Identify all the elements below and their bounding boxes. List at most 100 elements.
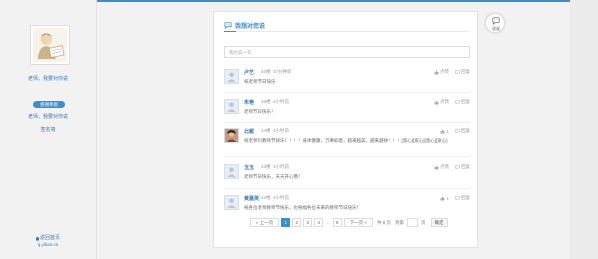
comment-avatar[interactable] xyxy=(224,69,239,84)
user-avatar-icon xyxy=(225,165,238,178)
reply-button[interactable]: 回复 xyxy=(455,99,470,105)
sidebar-link-say-to-teacher-2[interactable]: 老师，我要对你说 xyxy=(0,114,96,120)
thumbs-up-icon xyxy=(434,165,439,169)
reply-label: 回复 xyxy=(461,128,470,133)
reply-button[interactable]: 回复 xyxy=(455,69,470,75)
comment-actions: 点赞 回复 xyxy=(428,99,470,105)
reply-icon xyxy=(455,99,460,105)
page-button-last[interactable]: 8 xyxy=(332,218,342,227)
reply-icon xyxy=(455,164,460,170)
like-button[interactable]: 1 xyxy=(440,196,449,201)
like-label: 点赞 xyxy=(440,164,449,169)
reply-label: 回复 xyxy=(461,69,470,74)
pagination: « 上一页 1 2 3 4 … 8 下一页 » 共 8 页 到第 页 确定 xyxy=(250,218,448,227)
site-url: q.yiban.cn xyxy=(37,242,59,247)
say-float-button[interactable]: 说说 xyxy=(485,13,505,33)
chat-bubble-icon xyxy=(224,21,232,29)
comment-time: 3小时前 xyxy=(273,99,290,104)
reply-label: 回复 xyxy=(461,99,470,104)
comment-text: 祝老师们教师节快乐！！！！身体健康，万事如意，越来越美，越来越帅！！！[宽心][… xyxy=(244,138,448,143)
reply-label: 回复 xyxy=(461,195,470,200)
page-button-1[interactable]: 1 xyxy=(281,218,291,227)
like-label: 点赞 xyxy=(440,99,449,104)
reply-button[interactable]: 回复 xyxy=(455,128,470,134)
sidebar-divider xyxy=(96,0,97,259)
panel-title: 我想对您说 xyxy=(235,23,266,30)
page-button-4[interactable]: 4 xyxy=(314,218,324,227)
reply-icon xyxy=(455,195,460,201)
comment-input[interactable] xyxy=(224,46,470,58)
comment-time: 3小时前 xyxy=(273,164,290,169)
comment-time: 3小时前 xyxy=(273,128,290,133)
comment-item: 玉玉 43楼 3小时前 老师节日快乐，天天开心哦！ 点赞 回复 xyxy=(224,164,470,184)
like-count: 1 xyxy=(446,195,449,201)
sidebar-link-say-to-teacher[interactable]: 老师，我要对你说 xyxy=(0,76,96,82)
sidebar: 老师，我要对你说 感谢师恩 老师，我要对你说 签名墙 返回首页 q.yiban.… xyxy=(0,0,96,259)
comment-divider xyxy=(224,122,470,123)
comment-username[interactable]: 黄嘉英 xyxy=(244,195,259,202)
reply-icon xyxy=(455,128,460,134)
comment-username[interactable]: 玉玉 xyxy=(244,164,254,171)
goto-confirm-button[interactable]: 确定 xyxy=(430,218,448,227)
like-label: 点赞 xyxy=(440,69,449,74)
user-avatar-icon xyxy=(225,100,238,113)
like-button[interactable]: 点赞 xyxy=(434,69,449,75)
comment-username[interactable]: 北鲲 xyxy=(244,128,254,135)
reply-button[interactable]: 回复 xyxy=(455,195,470,201)
comment-actions: 1 回复 xyxy=(434,128,470,134)
thumbs-up-icon xyxy=(434,100,439,104)
thumbs-up-icon xyxy=(440,196,446,200)
comment-text: 祝各位老师教师节快乐，也祝福各位未来的教师节日快乐！ xyxy=(244,205,361,210)
goto-page-input[interactable] xyxy=(407,218,419,227)
page-button-2[interactable]: 2 xyxy=(292,218,302,227)
like-button[interactable]: 点赞 xyxy=(434,99,449,105)
thumbs-up-icon xyxy=(434,70,439,74)
comment-item: 卢艺 46楼 37分钟前 祝老师节日快乐 点赞 回复 xyxy=(224,69,470,89)
comment-floor: 44楼 xyxy=(261,128,271,133)
reply-icon xyxy=(455,69,460,75)
comment-actions: 1 回复 xyxy=(434,195,470,201)
page-unit-label: 页 xyxy=(421,219,426,225)
say-float-label: 说说 xyxy=(492,26,500,31)
comment-avatar[interactable] xyxy=(224,128,239,143)
comment-text: 老师节日快乐！ xyxy=(244,109,276,114)
page-button-3[interactable]: 3 xyxy=(303,218,313,227)
comment-divider xyxy=(224,92,470,93)
comment-item: 北鲲 44楼 3小时前祝老师们教师节快乐！！！！身体健康，万事如意，越来越美，越来越… xyxy=(224,128,470,156)
reply-button[interactable]: 回复 xyxy=(455,164,470,170)
comment-floor: 45楼 xyxy=(261,99,271,104)
comment-floor: 46楼 xyxy=(261,69,271,74)
user-photo-icon xyxy=(225,129,238,142)
comment-divider xyxy=(224,188,470,189)
comment-item: 朱艳 45楼 3小时前老师节日快乐！ 点赞 回复 xyxy=(224,99,470,119)
panel-header: 我想对您说 xyxy=(224,20,265,30)
comment-avatar[interactable] xyxy=(224,195,239,210)
comment-text: 祝老师节日快乐 xyxy=(244,79,276,84)
like-button[interactable]: 1 xyxy=(440,129,449,134)
like-button[interactable]: 点赞 xyxy=(434,164,449,170)
comment-username[interactable]: 朱艳 xyxy=(244,99,254,106)
reply-label: 回复 xyxy=(461,164,470,169)
goto-label: 到第 xyxy=(395,219,405,225)
title-underline xyxy=(224,31,236,32)
sidebar-badge-thanks[interactable]: 感谢师恩 xyxy=(33,101,65,108)
profile-avatar[interactable] xyxy=(30,25,70,65)
comment-item: 黄嘉英 42楼 4小时前 祝各位老师教师节快乐，也祝福各位未来的教师节日快乐！ 1 回复 xyxy=(224,195,470,215)
comment-divider xyxy=(224,156,470,157)
sidebar-link-signature-wall[interactable]: 签名墙 xyxy=(0,127,96,133)
page-total: 共 8 页 xyxy=(377,219,392,225)
back-home-link[interactable]: 返回首页 xyxy=(40,235,60,241)
comment-avatar[interactable] xyxy=(224,99,239,114)
smile-chat-icon xyxy=(492,17,500,25)
comment-actions: 点赞 回复 xyxy=(428,164,470,170)
page-ellipsis: … xyxy=(325,220,330,225)
comment-username[interactable]: 卢艺 xyxy=(244,69,254,76)
comment-avatar[interactable] xyxy=(224,164,239,179)
teacher-illustration-icon xyxy=(33,28,67,62)
comment-floor: 42楼 xyxy=(261,195,271,200)
like-count: 1 xyxy=(446,128,449,134)
next-page-button[interactable]: 下一页 » xyxy=(343,218,374,227)
header-divider xyxy=(236,31,469,32)
user-avatar-icon xyxy=(225,196,238,209)
prev-page-button[interactable]: « 上一页 xyxy=(250,218,280,227)
